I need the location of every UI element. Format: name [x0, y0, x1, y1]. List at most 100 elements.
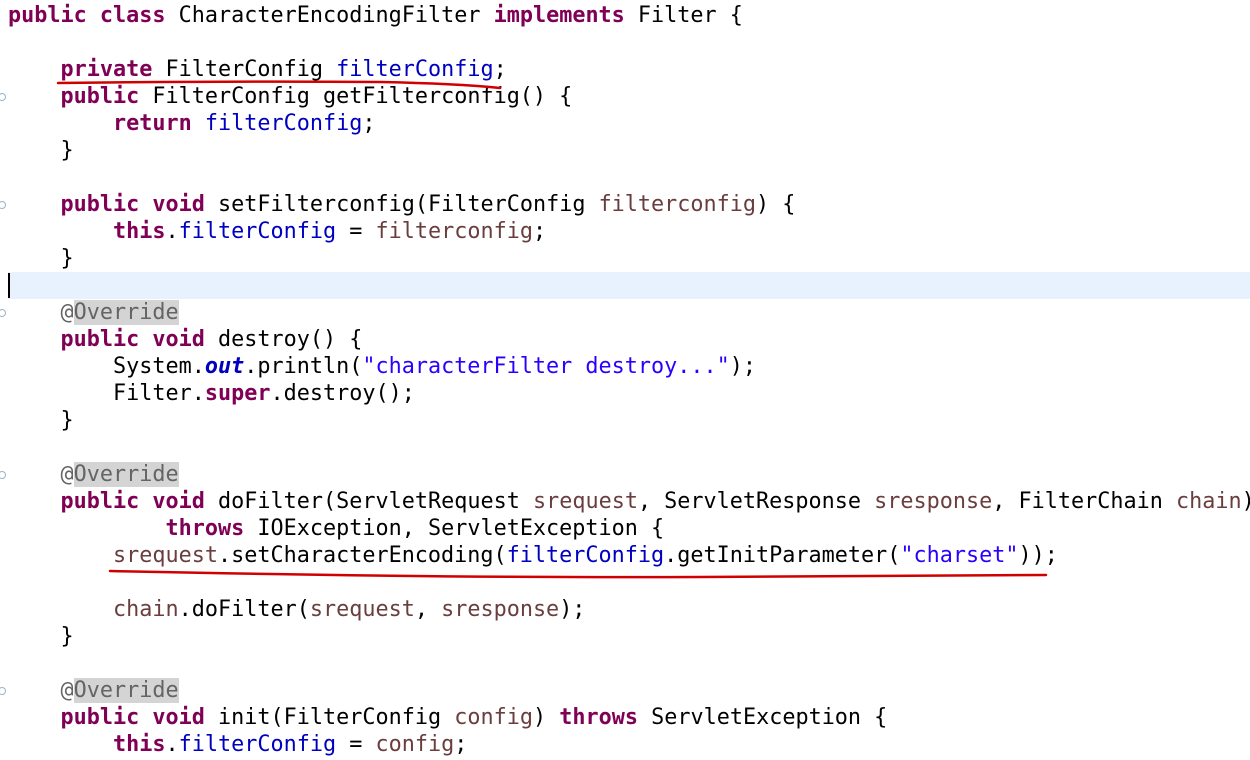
code-token: srequest [112, 543, 218, 568]
code-token: ) { [756, 192, 796, 217]
fold-marker-icon[interactable] [0, 201, 6, 209]
fold-marker-icon[interactable] [0, 309, 6, 317]
code-line[interactable]: return filterConfig; [8, 110, 1250, 137]
code-token: public [60, 489, 140, 514]
code-line[interactable]: public void doFilter(ServletRequest sreq… [8, 488, 1250, 515]
fold-marker-icon[interactable] [0, 471, 6, 479]
code-line[interactable]: this.filterConfig = filterconfig; [8, 218, 1250, 245]
code-line[interactable]: } [8, 137, 1250, 164]
code-token: )); [1018, 543, 1058, 568]
code-line[interactable]: ​ [8, 569, 1250, 596]
code-token: sresponse [874, 489, 993, 514]
code-token: ); [729, 354, 757, 379]
code-token: , ServletResponse [637, 489, 875, 514]
code-token: "characterFilter destroy..." [362, 354, 730, 379]
code-line[interactable]: @Override [8, 677, 1250, 704]
code-line[interactable]: chain.doFilter(srequest, sresponse); [8, 596, 1250, 623]
code-line[interactable]: } [8, 407, 1250, 434]
code-token: .setCharacterEncoding( [217, 543, 507, 568]
code-token: = [336, 219, 376, 244]
code-token: @ [60, 300, 74, 325]
code-token: .doFilter( [178, 597, 310, 622]
code-token: void [152, 705, 205, 730]
code-token: filterConfig [178, 732, 337, 757]
code-line[interactable]: ​ [8, 272, 1250, 299]
code-line[interactable]: ​ [8, 434, 1250, 461]
code-token: , [414, 597, 442, 622]
code-token: init(FilterConfig [204, 705, 455, 730]
code-token: public [60, 327, 140, 352]
code-token: public [60, 192, 140, 217]
code-token: void [152, 327, 205, 352]
code-line[interactable]: throws IOException, ServletException { [8, 515, 1250, 542]
code-line[interactable]: public FilterConfig getFilterconfig() { [8, 83, 1250, 110]
code-token: throws [165, 516, 245, 541]
code-token: chain [112, 597, 179, 622]
text-caret [8, 273, 10, 298]
code-line[interactable]: } [8, 245, 1250, 272]
code-token: super [204, 381, 271, 406]
code-token: . [165, 219, 179, 244]
code-token: void [152, 192, 205, 217]
code-line[interactable]: @Override [8, 299, 1250, 326]
code-token: CharacterEncodingFilter [165, 3, 494, 28]
code-token: out [204, 354, 245, 379]
code-token: setFilterconfig(FilterConfig [204, 192, 599, 217]
code-token: } [8, 408, 74, 433]
code-line[interactable]: public void destroy() { [8, 326, 1250, 353]
code-token: throws [559, 705, 638, 730]
fold-marker-icon[interactable] [0, 93, 6, 101]
fold-marker-icon[interactable] [0, 687, 6, 695]
code-token: implements [493, 3, 625, 28]
code-token: } [8, 624, 74, 649]
code-line[interactable]: @Override [8, 461, 1250, 488]
code-token: Filter. [8, 381, 205, 406]
code-token: ServletException { [637, 705, 888, 730]
code-token: filterconfig [375, 219, 533, 244]
code-token: ; [493, 57, 507, 82]
code-token: @ [60, 462, 74, 487]
code-token: config [454, 705, 533, 730]
code-line[interactable]: ​ [8, 650, 1250, 677]
code-token: config [375, 732, 455, 757]
code-token: chain [1176, 489, 1242, 514]
code-line[interactable]: public void setFilterconfig(FilterConfig… [8, 191, 1250, 218]
code-token: filterConfig [506, 543, 665, 568]
code-token: srequest [309, 597, 415, 622]
code-token: return [112, 111, 192, 136]
code-token: FilterConfig getFilterconfig() { [139, 84, 573, 109]
code-line[interactable]: } [8, 623, 1250, 650]
code-line[interactable]: Filter.super.destroy(); [8, 380, 1250, 407]
code-line[interactable]: private FilterConfig filterConfig; [8, 56, 1250, 83]
code-line[interactable]: public void init(FilterConfig config) th… [8, 704, 1250, 731]
code-token: filterConfig [336, 57, 494, 82]
code-token: ) [532, 705, 560, 730]
code-token: Override [73, 678, 179, 703]
code-line[interactable]: srequest.setCharacterEncoding(filterConf… [8, 542, 1250, 569]
code-line[interactable]: ​ [8, 29, 1250, 56]
code-line[interactable]: public class CharacterEncodingFilter imp… [8, 2, 1250, 29]
code-token: doFilter(ServletRequest [204, 489, 533, 514]
code-editor[interactable]: public class CharacterEncodingFilter imp… [0, 0, 1250, 760]
code-line[interactable]: this.filterConfig = config; [8, 731, 1250, 758]
code-token: .getInitParameter( [664, 543, 901, 568]
code-token: } [8, 138, 74, 163]
source-code[interactable]: public class CharacterEncodingFilter imp… [8, 2, 1250, 758]
code-token: ; [532, 219, 547, 244]
code-token: @ [60, 678, 74, 703]
code-line[interactable]: System.out.println("characterFilter dest… [8, 353, 1250, 380]
code-token: ; [454, 732, 468, 757]
code-line[interactable]: ​ [8, 164, 1250, 191]
